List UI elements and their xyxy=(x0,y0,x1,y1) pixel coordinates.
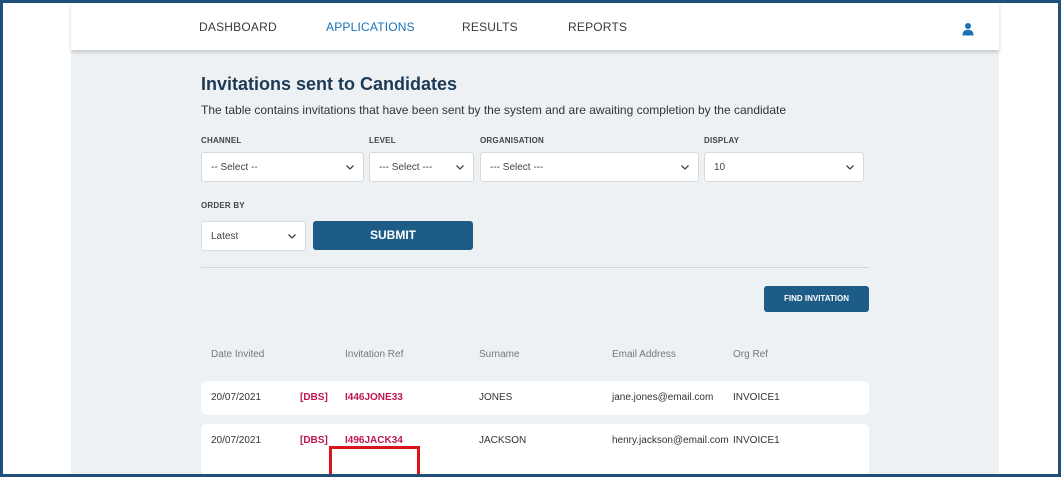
channel-label: CHANNEL xyxy=(201,136,242,145)
level-label: LEVEL xyxy=(369,136,396,145)
nav-reports[interactable]: REPORTS xyxy=(568,20,627,34)
display-label: DISPLAY xyxy=(704,136,740,145)
user-icon[interactable] xyxy=(962,22,974,36)
invitation-ref-link[interactable]: I496JACK34 xyxy=(345,435,403,446)
organisation-select[interactable]: --- Select --- xyxy=(480,152,699,182)
cell-date-invited: 20/07/2021 xyxy=(211,435,262,446)
table-row: 20/07/2021 [DBS] I496JACK34 JACKSON henr… xyxy=(201,424,869,474)
nav-results[interactable]: RESULTS xyxy=(462,20,518,34)
submit-button[interactable]: SUBMIT xyxy=(313,221,473,250)
display-select[interactable]: 10 xyxy=(704,152,864,182)
top-nav-bar: DASHBOARD APPLICATIONS RESULTS REPORTS xyxy=(71,3,999,50)
channel-select[interactable]: -- Select -- xyxy=(201,152,364,182)
level-select-value: --- Select --- xyxy=(379,162,433,173)
cell-org-ref: INVOICE1 xyxy=(733,392,780,403)
level-select[interactable]: --- Select --- xyxy=(369,152,474,182)
find-invitation-button[interactable]: FIND INVITATION xyxy=(764,286,869,312)
cell-date-invited: 20/07/2021 xyxy=(211,392,262,403)
cell-dbs-tag: [DBS] xyxy=(300,392,328,403)
header-email-address: Email Address xyxy=(612,349,676,360)
nav-applications[interactable]: APPLICATIONS xyxy=(326,20,415,34)
organisation-label: ORGANISATION xyxy=(480,136,545,145)
header-surname: Surname xyxy=(479,349,520,360)
header-date-invited: Date Invited xyxy=(211,349,265,360)
header-invitation-ref: Invitation Ref xyxy=(345,349,404,360)
table-row: 20/07/2021 [DBS] I446JONE33 JONES jane.j… xyxy=(201,381,869,415)
header-org-ref: Org Ref xyxy=(733,349,769,360)
chevron-down-icon xyxy=(846,165,854,170)
cell-dbs-tag: [DBS] xyxy=(300,435,328,446)
chevron-down-icon xyxy=(681,165,689,170)
cell-surname: JONES xyxy=(479,392,513,403)
cell-surname: JACKSON xyxy=(479,435,527,446)
channel-select-value: -- Select -- xyxy=(211,162,258,173)
nav-dashboard[interactable]: DASHBOARD xyxy=(199,20,277,34)
chevron-down-icon xyxy=(346,165,354,170)
order-by-label: ORDER BY xyxy=(201,201,245,210)
order-by-select[interactable]: Latest xyxy=(201,221,306,251)
divider xyxy=(201,267,869,268)
chevron-down-icon xyxy=(288,234,296,239)
order-by-select-value: Latest xyxy=(211,231,239,242)
cell-email: jane.jones@email.com xyxy=(612,392,714,403)
cell-email: henry.jackson@email.com xyxy=(612,435,729,446)
app-content: DASHBOARD APPLICATIONS RESULTS REPORTS I… xyxy=(71,3,999,474)
page-title: Invitations sent to Candidates xyxy=(201,74,458,94)
highlight-box xyxy=(329,446,420,474)
organisation-select-value: --- Select --- xyxy=(490,162,544,173)
invitation-ref-link[interactable]: I446JONE33 xyxy=(345,392,403,403)
display-select-value: 10 xyxy=(714,162,726,173)
page-subtitle: The table contains invitations that have… xyxy=(201,103,787,117)
screenshot-frame: DASHBOARD APPLICATIONS RESULTS REPORTS I… xyxy=(0,0,1061,477)
cell-org-ref: INVOICE1 xyxy=(733,435,780,446)
chevron-down-icon xyxy=(456,165,464,170)
